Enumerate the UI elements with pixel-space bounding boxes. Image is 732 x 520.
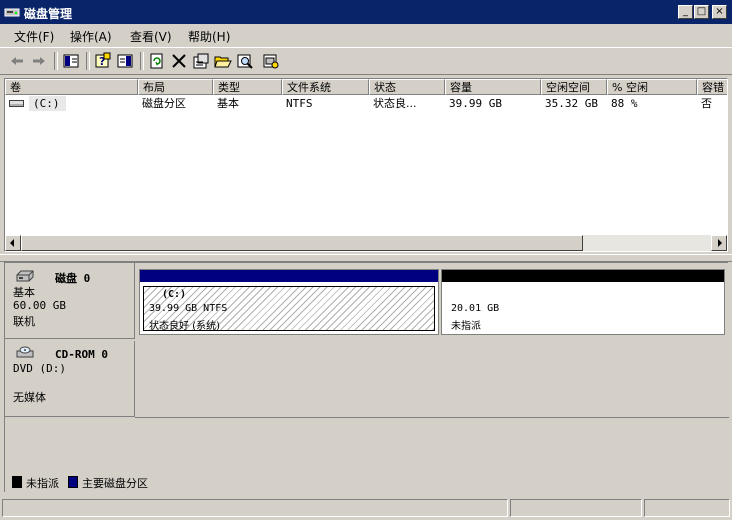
fault-tolerance-cell: 否 — [701, 97, 712, 110]
legend-label-unallocated: 未指派 — [26, 477, 59, 490]
column-free-space[interactable]: 空闲空间 — [541, 79, 607, 95]
cd-rom-0-label[interactable]: CD-ROM 0 DVD (D:) 无媒体 — [5, 341, 135, 417]
disk-type: 基本 — [13, 286, 35, 299]
disk-size: 60.00 GB — [13, 299, 66, 312]
export-list-icon[interactable] — [116, 52, 134, 70]
pane-splitter[interactable] — [0, 254, 732, 262]
volume-list[interactable]: 卷 布局 类型 文件系统 状态 容量 空闲空间 % 空闲 容错 (C:) 磁盘分… — [4, 78, 728, 252]
arrow-right-icon — [718, 239, 722, 247]
scroll-right-button[interactable] — [711, 235, 727, 251]
show-hide-console-tree-icon[interactable] — [62, 52, 80, 70]
disk-state: 无媒体 — [13, 391, 46, 404]
free-space-cell: 35.32 GB — [545, 97, 598, 110]
rescan-icon[interactable] — [262, 52, 280, 70]
layout-cell: 磁盘分区 — [142, 97, 186, 110]
menu-file[interactable]: 文件(F) — [14, 28, 54, 45]
partition-c[interactable]: (C:) 39.99 GB NTFS 状态良好 (系统) — [139, 269, 439, 335]
partition-body: 20.01 GB 未指派 — [445, 286, 721, 332]
partition-status: 状态良好 (系统) — [149, 321, 220, 332]
partition-label: (C:) — [162, 289, 187, 300]
volume-drive-icon — [9, 100, 24, 107]
partition-detail: 20.01 GB — [451, 303, 500, 314]
disk-management-icon — [4, 8, 20, 17]
disk-state: 联机 — [13, 315, 35, 328]
column-type[interactable]: 类型 — [213, 79, 282, 95]
title-bar[interactable]: 磁盘管理 _ □ × — [0, 0, 732, 24]
status-panel-2 — [510, 499, 642, 517]
maximize-button[interactable]: □ — [694, 5, 709, 19]
status-panel-main — [2, 499, 508, 517]
partition-bar — [140, 270, 438, 282]
disk-graphical-view: 磁盘 0 基本 60.00 GB 联机 (C:) 39.99 GB NTFS 状… — [4, 262, 729, 492]
back-icon[interactable] — [8, 52, 26, 70]
arrow-left-icon — [10, 239, 14, 247]
refresh-icon[interactable] — [148, 52, 166, 70]
disk-name: CD-ROM 0 — [55, 348, 108, 361]
volume-cell: (C:) — [29, 96, 66, 111]
toolbar-separator — [54, 52, 58, 70]
properties-icon[interactable] — [192, 52, 210, 70]
partition-unallocated[interactable]: 20.01 GB 未指派 — [441, 269, 725, 335]
partition-status: 未指派 — [451, 321, 481, 332]
file-system-cell: NTFS — [286, 97, 313, 110]
legend-swatch-unallocated — [12, 476, 22, 488]
menu-action[interactable]: 操作(A) — [70, 28, 112, 45]
toolbar-separator — [86, 52, 90, 70]
scrollbar-thumb[interactable] — [21, 235, 583, 251]
column-header-row: 卷 布局 类型 文件系统 状态 容量 空闲空间 % 空闲 容错 — [5, 79, 727, 95]
partition-detail: 39.99 GB NTFS — [149, 303, 228, 314]
hard-disk-icon — [16, 270, 34, 282]
disk-type: DVD (D:) — [13, 362, 66, 375]
type-cell: 基本 — [217, 97, 239, 110]
menu-bar: 文件(F) 操作(A) 查看(V) 帮助(H) — [0, 24, 732, 46]
menu-help[interactable]: 帮助(H) — [188, 28, 230, 45]
scroll-left-button[interactable] — [5, 235, 21, 251]
status-panel-3 — [644, 499, 730, 517]
menu-view[interactable]: 查看(V) — [130, 28, 172, 45]
legend-swatch-primary — [68, 476, 78, 488]
partition-body: (C:) 39.99 GB NTFS 状态良好 (系统) — [143, 286, 435, 332]
percent-free-cell: 88 % — [611, 97, 638, 110]
find-icon[interactable] — [236, 52, 254, 70]
column-percent-free[interactable]: % 空闲 — [607, 79, 697, 95]
delete-icon[interactable] — [170, 52, 188, 70]
status-cell: 状态良... — [373, 97, 417, 110]
column-fault-tolerance[interactable]: 容错 — [697, 79, 727, 95]
capacity-cell: 39.99 GB — [449, 97, 502, 110]
horizontal-scrollbar[interactable] — [5, 235, 727, 251]
status-bar — [0, 497, 732, 520]
window-title: 磁盘管理 — [24, 7, 73, 21]
disk-name: 磁盘 0 — [55, 272, 91, 285]
cd-rom-icon — [16, 346, 34, 358]
divider — [135, 417, 729, 418]
minimize-button[interactable]: _ — [678, 5, 693, 19]
column-volume[interactable]: 卷 — [5, 79, 138, 95]
column-capacity[interactable]: 容量 — [445, 79, 541, 95]
toolbar: ? — [0, 47, 732, 75]
column-status[interactable]: 状态 — [369, 79, 445, 95]
open-folder-icon[interactable] — [214, 52, 232, 70]
forward-icon[interactable] — [30, 52, 48, 70]
help-icon[interactable]: ? — [94, 52, 112, 70]
close-button[interactable]: × — [712, 5, 727, 19]
column-layout[interactable]: 布局 — [138, 79, 213, 95]
toolbar-separator — [140, 52, 144, 70]
legend-label-primary: 主要磁盘分区 — [82, 477, 148, 490]
partition-bar — [442, 270, 724, 282]
disk-0-label[interactable]: 磁盘 0 基本 60.00 GB 联机 — [5, 263, 135, 339]
column-file-system[interactable]: 文件系统 — [282, 79, 369, 95]
